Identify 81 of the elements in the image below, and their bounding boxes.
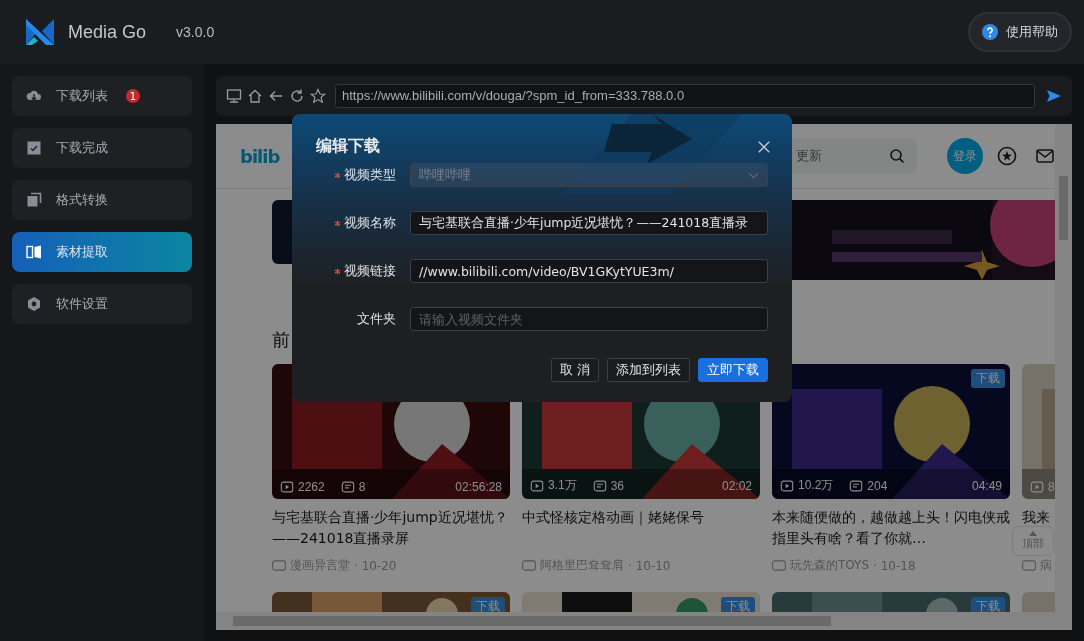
dialog-button[interactable]: 取 消 [550,358,599,382]
search-icon[interactable] [889,148,906,164]
input-field[interactable]: 请输入视频文件夹 [410,307,768,331]
comment-icon [340,480,355,494]
uploader-icon [772,560,786,571]
sidebar-item-label: 下载列表 [56,87,108,105]
comment-icon [849,478,864,493]
field-label: 视频名称 [344,214,396,232]
view-count: 3.1万 [548,477,577,494]
uploader-icon [272,560,286,571]
star-icon[interactable] [310,88,326,104]
input-field[interactable]: //www.bilibili.com/video/BV1GKytYUE3m/ [410,259,768,283]
video-title[interactable]: 我来 [1022,507,1050,528]
monitor-icon[interactable] [226,88,242,104]
sidebar-item-label: 软件设置 [56,295,108,313]
download-badge[interactable]: 下载 [971,597,1005,612]
uploader-icon [1022,560,1036,571]
checkbox-icon [26,140,42,156]
sidebar-item-label: 素材提取 [56,243,108,261]
app-logo-icon [24,17,56,47]
back-icon[interactable] [268,88,284,104]
sidebar-item-label: 下载完成 [56,139,108,157]
help-icon [982,24,998,40]
up-arrow-icon [1029,531,1037,536]
video-duration: 02:02 [721,478,752,493]
view-count: 10.2万 [798,477,834,494]
video-title[interactable]: 本来随便做的，越做越上头！闪电侠戒指里头有啥？看了你就… [772,507,1010,549]
dialog-title: 编辑下载 [316,136,380,157]
video-title[interactable]: 与宅基联合直播·少年jump近况堪忧？——241018直播录屏 [272,507,510,549]
view-count: 2262 [298,480,325,494]
play-count-icon [780,478,794,493]
download-badge[interactable]: 下载 [971,369,1005,388]
copy-icon [26,192,42,208]
mail-icon[interactable] [1035,146,1055,166]
url-field[interactable]: https://www.bilibili.com/v/douga/?spm_id_from=333.788.0.0 [335,84,1035,108]
field-label: 文件夹 [357,310,396,328]
sidebar-item[interactable]: 格式转换 [12,180,192,220]
play-count-icon [280,480,294,494]
upload-date: · 10-20 [354,558,397,573]
vertical-scrollbar[interactable] [1055,124,1072,612]
dialog-button[interactable]: 添加到列表 [607,358,690,382]
sidebar-item[interactable]: 下载列表 1 [12,76,192,116]
view-count: 8 [1048,480,1055,494]
home-icon[interactable] [247,88,263,104]
sidebar-item[interactable]: 软件设置 [12,284,192,324]
app-version: v3.0.0 [176,24,215,40]
comment-count: 36 [610,478,625,493]
upload-date: · 10-10 [628,558,671,573]
video-duration: 04:49 [971,478,1002,493]
count-badge: 1 [126,89,140,103]
sidebar-item[interactable]: 素材提取 [12,232,192,272]
horizontal-scrollbar[interactable] [216,612,1072,630]
required-mark-icon [334,219,341,227]
video-title[interactable]: 中式怪核定格动画｜姥姥保号 [522,507,704,528]
section-heading: 前 [272,328,291,352]
sidebar-item[interactable]: 下载完成 [12,128,192,168]
comment-count: 8 [358,480,366,494]
comment-icon [592,478,607,493]
uploader-icon [522,560,536,571]
close-icon[interactable] [757,139,771,154]
input-field[interactable]: 与宅基联合直播·少年jump近况堪忧？——241018直播录 [410,211,768,235]
play-count-icon [1030,480,1044,494]
field-label: 视频链接 [344,262,396,280]
download-badge[interactable]: 下载 [471,597,505,612]
sidebar-item-label: 格式转换 [56,191,108,209]
settings-icon [26,296,42,312]
caret-icon [748,171,759,179]
required-mark-icon [334,267,341,275]
download-badge[interactable]: 下载 [721,597,755,612]
required-mark-icon [334,171,341,179]
play-count-icon [530,478,544,493]
video-duration: 02:56:28 [455,480,502,494]
help-button[interactable]: 使用帮助 [968,12,1072,52]
field-label: 视频类型 [344,166,396,184]
refresh-icon[interactable] [289,88,305,104]
upload-date: · 10-18 [873,558,916,573]
primary-button[interactable]: 立即下载 [698,358,768,382]
app-name: Media Go [68,21,147,43]
send-icon[interactable] [1046,88,1062,104]
split-panel-icon [26,244,42,260]
comment-count: 204 [867,478,888,493]
